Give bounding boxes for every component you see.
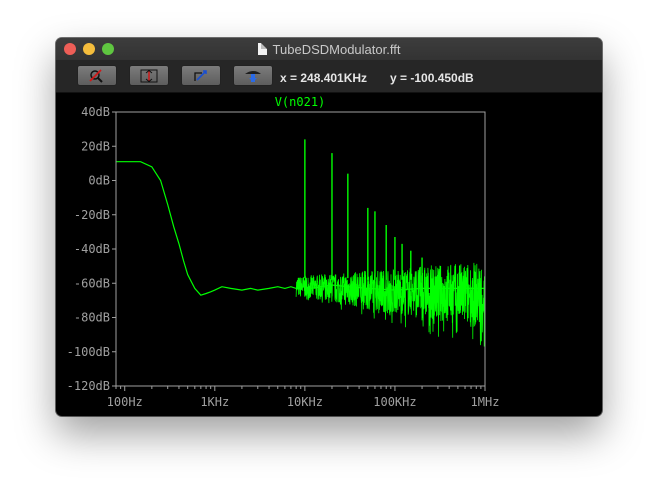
y-axis: 40dB 20dB 0dB -20dB -40dB -60dB -80dB -100dB -12… (67, 105, 116, 393)
y-tick-label: -80dB (74, 311, 110, 325)
x-tick-label: 100Hz (107, 395, 143, 409)
plot-frame (115, 111, 486, 387)
y-tick-label: 0dB (88, 174, 110, 188)
fft-chart[interactable]: 100Hz 1KHz 10KHz 100KHz 1MHz 40dB 20dB 0dB -20d… (56, 93, 602, 416)
zoom-fit-button[interactable] (129, 65, 169, 86)
title-bar[interactable]: TubeDSDModulator.fft (56, 38, 602, 60)
pan-button[interactable] (181, 65, 221, 86)
pan-icon (194, 69, 207, 81)
document-icon (257, 43, 267, 55)
y-tick-label: -120dB (67, 379, 110, 393)
zoom-out-icon (89, 68, 103, 83)
x-axis: 100Hz 1KHz 10KHz 100KHz 1MHz (107, 386, 500, 409)
toolbar: x = 248.401KHz y = -100.450dB (56, 60, 602, 93)
x-tick-label: 1MHz (471, 395, 500, 409)
title-group: TubeDSDModulator.fft (56, 38, 602, 60)
x-tick-label: 100KHz (373, 395, 416, 409)
autoscale-icon (245, 70, 261, 82)
y-readout: y = -100.450dB (390, 71, 474, 85)
x-readout: x = 248.401KHz (280, 71, 368, 85)
plot-area[interactable]: 100Hz 1KHz 10KHz 100KHz 1MHz 40dB 20dB 0dB -20d… (56, 93, 602, 416)
trace-group (116, 139, 486, 347)
window-title: TubeDSDModulator.fft (272, 41, 401, 57)
x-tick-label: 1KHz (200, 395, 229, 409)
y-tick-label: 20dB (81, 139, 110, 153)
noise-floor (295, 262, 486, 347)
y-tick-label: -20dB (74, 208, 110, 222)
chart-title: V(n021) (275, 95, 326, 109)
zoom-fit-icon (140, 69, 158, 82)
x-tick-label: 10KHz (287, 395, 323, 409)
app-window: TubeDSDModulator.fft x = 248.401KHz y = … (56, 38, 602, 416)
autoscale-button[interactable] (233, 65, 273, 86)
y-tick-label: -40dB (74, 242, 110, 256)
zoom-out-button[interactable] (77, 65, 117, 86)
y-tick-label: 40dB (81, 105, 110, 119)
y-tick-label: -60dB (74, 276, 110, 290)
y-tick-label: -100dB (67, 345, 110, 359)
series-line (116, 161, 485, 296)
